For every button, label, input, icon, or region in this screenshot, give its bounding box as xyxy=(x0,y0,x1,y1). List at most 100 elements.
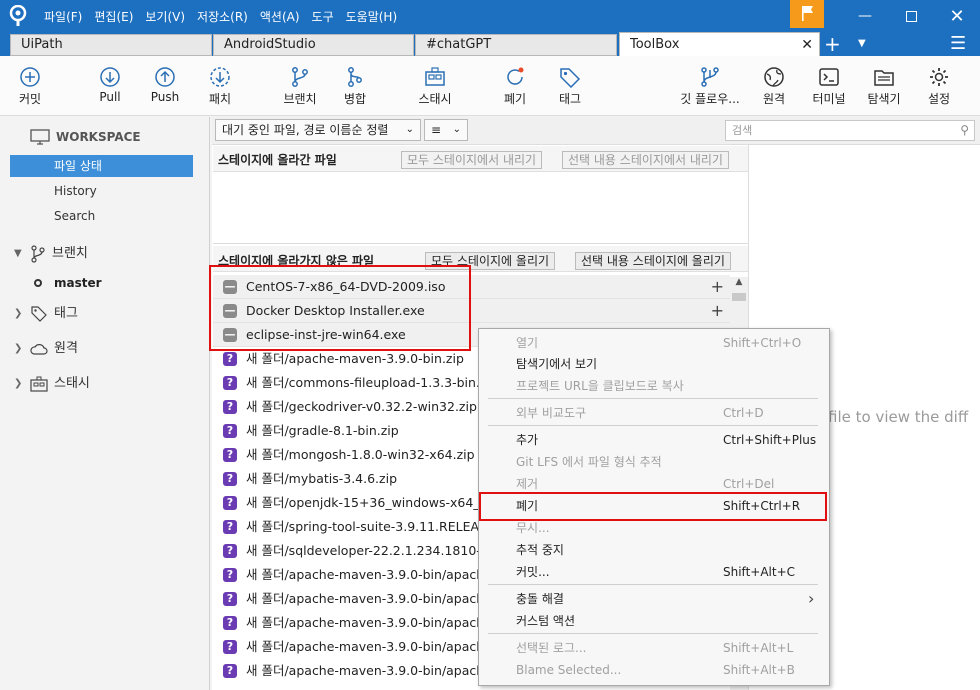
menu-tools[interactable]: 도구 xyxy=(306,8,340,25)
menu-help[interactable]: 도움말(H) xyxy=(340,8,404,25)
tab-chatgpt[interactable]: #chatGPT xyxy=(415,34,617,56)
discard-icon xyxy=(507,67,524,85)
sidebar-tags-header[interactable]: ❯ 태그 xyxy=(14,302,78,326)
stage-file-plus-icon[interactable]: + xyxy=(711,299,724,323)
sidebar-item-file-status[interactable]: 파일 상태 xyxy=(10,155,193,177)
notification-flag-button[interactable] xyxy=(790,0,824,28)
scroll-thumb[interactable] xyxy=(732,293,746,301)
pull-button[interactable]: Pull xyxy=(80,62,140,112)
untracked-status-icon: ? xyxy=(223,424,237,438)
sidebar xyxy=(0,117,210,690)
gitflow-button[interactable]: 깃 플로우... xyxy=(680,62,740,112)
branch-master-label: master xyxy=(54,276,102,290)
menu-item-label: 프로젝트 URL을 클립보드로 복사 xyxy=(516,379,684,393)
merge-icon xyxy=(348,67,362,87)
context-menu-item-blame-selected: Blame Selected... Shift+Alt+B xyxy=(516,659,816,681)
tab-dropdown-icon[interactable]: ▼ xyxy=(858,32,872,56)
untracked-status-icon: ? xyxy=(223,472,237,486)
menu-actions[interactable]: 액션(A) xyxy=(254,8,306,25)
untracked-status-icon: ? xyxy=(223,400,237,414)
stash-button[interactable]: 스태시 xyxy=(405,62,465,112)
remote-button[interactable]: 원격 xyxy=(744,62,804,112)
tag-button[interactable]: 태그 xyxy=(540,62,600,112)
commit-icon xyxy=(20,67,40,87)
chevron-down-icon: ⌄ xyxy=(405,124,414,135)
untracked-status-icon: ? xyxy=(223,616,237,630)
gear-icon xyxy=(930,68,948,86)
tag-label: 태그 xyxy=(558,92,582,106)
menu-item-shortcut: Shift+Ctrl+O xyxy=(723,336,802,350)
search-input[interactable]: 검색 ⚲ xyxy=(725,120,975,141)
context-menu-item-add[interactable]: 추가 Ctrl+Shift+Plus xyxy=(516,429,816,451)
search-icon: ⚲ xyxy=(960,123,969,137)
close-window-button[interactable]: ✕ xyxy=(934,0,980,32)
menu-repository[interactable]: 저장소(R) xyxy=(191,8,254,25)
branch-icon xyxy=(292,67,308,87)
merge-button[interactable]: 병합 xyxy=(325,62,385,112)
staged-file-list xyxy=(213,172,748,244)
menu-view[interactable]: 보기(V) xyxy=(139,8,191,25)
push-icon xyxy=(155,67,175,87)
terminal-button[interactable]: 터미널 xyxy=(799,62,859,112)
view-mode-dropdown[interactable]: ≡ ⌄ xyxy=(424,119,468,141)
gitflow-label: 깃 플로우... xyxy=(680,92,740,106)
fetch-icon xyxy=(210,67,230,87)
branch-button[interactable]: 브랜치 xyxy=(270,62,330,112)
sidebar-item-search[interactable]: Search xyxy=(10,205,193,227)
pull-icon xyxy=(100,67,120,87)
menu-item-label: 열기 xyxy=(516,336,539,350)
tag-icon xyxy=(560,68,581,88)
stage-file-plus-icon[interactable]: + xyxy=(711,275,724,299)
context-menu-item-open: 열기 Shift+Ctrl+O xyxy=(516,332,816,354)
explorer-button[interactable]: 탐색기 xyxy=(854,62,914,112)
chevron-right-icon: ❯ xyxy=(14,378,23,389)
untracked-status-icon: ? xyxy=(223,544,237,558)
discard-label: 폐기 xyxy=(503,92,527,106)
tab-uipath[interactable]: UiPath xyxy=(10,34,212,56)
maximize-button[interactable] xyxy=(888,0,934,32)
menu-item-label: 커스텀 액션 xyxy=(516,614,576,628)
remote-label: 원격 xyxy=(762,92,786,106)
title-bar: 파일(F) 편집(E) 보기(V) 저장소(R) 액션(A) 도구 도움말(H)… xyxy=(0,0,980,32)
gitflow-icon xyxy=(701,67,719,87)
tab-androidstudio[interactable]: AndroidStudio xyxy=(213,34,414,56)
new-tab-plus-icon[interactable]: + xyxy=(824,32,844,56)
menu-item-shortcut: Shift+Alt+L xyxy=(723,641,794,655)
tab-toolbox[interactable]: ToolBox ✕ xyxy=(619,32,820,56)
context-menu-item-commit[interactable]: 커밋... Shift+Alt+C xyxy=(516,561,816,583)
untracked-status-icon: ? xyxy=(223,568,237,582)
context-menu-item-show-in-explorer[interactable]: 탐색기에서 보기 xyxy=(516,353,816,375)
sidebar-branch-master[interactable]: master xyxy=(34,272,102,294)
menu-file[interactable]: 파일(F) xyxy=(38,8,88,25)
discard-button[interactable]: 폐기 xyxy=(485,62,545,112)
fetch-label: 패치 xyxy=(208,92,232,106)
push-button[interactable]: Push xyxy=(135,62,195,112)
minimize-button[interactable]: — xyxy=(842,0,888,32)
menu-item-label: 탐색기에서 보기 xyxy=(516,357,598,371)
sidebar-stashes-header[interactable]: ❯ 스태시 xyxy=(14,372,90,396)
tab-close-icon[interactable]: ✕ xyxy=(801,33,813,57)
unstage-selected-button[interactable]: 선택 내용 스테이지에서 내리기 xyxy=(562,151,729,169)
menu-separator xyxy=(488,633,818,634)
menu-item-label: Git LFS 에서 파일 형식 추적 xyxy=(516,455,662,469)
sidebar-item-history[interactable]: History xyxy=(10,180,193,202)
stage-selected-button[interactable]: 선택 내용 스테이지에 올리기 xyxy=(575,252,731,270)
scroll-up-icon[interactable]: ▲ xyxy=(730,277,748,291)
commit-button[interactable]: 커밋 xyxy=(0,62,60,112)
hamburger-menu-icon[interactable]: ☰ xyxy=(950,32,968,56)
unstage-all-button[interactable]: 모두 스테이지에서 내리기 xyxy=(401,151,543,169)
sort-filter-dropdown[interactable]: 대기 중인 파일, 경로 이름순 정렬 ⌄ xyxy=(215,119,421,141)
context-menu-item-stop-tracking[interactable]: 추적 중지 xyxy=(516,539,816,561)
untracked-status-icon: ? xyxy=(223,376,237,390)
context-menu-item-resolve-conflicts[interactable]: 충돌 해결 › xyxy=(516,588,816,610)
sidebar-remotes-header[interactable]: ❯ 원격 xyxy=(14,337,78,361)
tag-icon xyxy=(31,306,47,322)
minimize-icon: — xyxy=(858,8,872,24)
settings-button[interactable]: 설정 xyxy=(909,62,969,112)
sidebar-branches-header[interactable]: ▼ 브랜치 xyxy=(14,242,88,266)
context-menu-item-custom-actions[interactable]: 커스텀 액션 xyxy=(516,610,816,632)
menu-edit[interactable]: 편집(E) xyxy=(88,8,139,25)
fetch-button[interactable]: 패치 xyxy=(190,62,250,112)
menu-item-label: 외부 비교도구 xyxy=(516,406,587,420)
terminal-label: 터미널 xyxy=(812,92,846,106)
